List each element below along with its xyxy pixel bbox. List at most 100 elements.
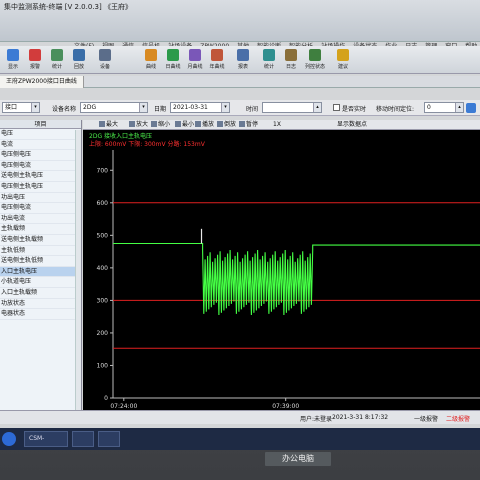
item-list-panel: 项目 电压 电流 电压侧电压 电压侧电流 送电侧主轨电压 电压侧主轨电压 功出电压 电压侧电流… [0, 120, 82, 410]
monitor-sticker-label: 办公电脑 [265, 452, 331, 466]
chart-tool-button-0[interactable]: 最大 [99, 121, 118, 129]
toolbar-button-label: 年曲线 [209, 64, 225, 70]
item-list-scrollbar[interactable] [75, 130, 81, 410]
device-select[interactable]: 2DG ▾ [80, 102, 148, 113]
type-select-value: 接口 [5, 104, 18, 111]
interval-spinner[interactable]: 0 ▴ [424, 102, 464, 113]
toolbar-button-8[interactable]: 年曲线 [206, 48, 228, 72]
item-list-row[interactable]: 功出电压 [0, 193, 81, 204]
toolbar-button-label: 建议 [337, 64, 348, 70]
toolbar-button-label: 日曲线 [165, 64, 181, 70]
tab-day-curve[interactable]: 王府ZPW2000接口日曲线 [0, 76, 84, 88]
toolbar-button-11[interactable]: 日志 [280, 48, 302, 72]
item-list-row[interactable]: 电压侧主轨电压 [0, 182, 81, 193]
toolbar-button-7[interactable]: 月曲线 [184, 48, 206, 72]
item-list-row[interactable]: 电压侧电压 [0, 150, 81, 161]
calendar-dropdown-icon: ▾ [221, 103, 229, 112]
confirm-button[interactable] [466, 103, 476, 113]
toolbar-button-5[interactable]: 曲线 [140, 48, 162, 72]
toolbar-button-6[interactable]: 日曲线 [162, 48, 184, 72]
item-list-row[interactable]: 电流 [0, 140, 81, 151]
toolbar-button-label: 显示 [7, 64, 18, 70]
date-picker[interactable]: 2021-03-31 ▾ [170, 102, 230, 113]
y-tick-label: 500 [97, 232, 109, 239]
chevron-down-icon: ▾ [139, 103, 147, 112]
interval-label: 移动时间定位: [376, 106, 415, 113]
item-list-row[interactable]: 送电侧主轨载频 [0, 235, 81, 246]
toolbar-button-label: 月曲线 [187, 64, 203, 70]
screen: 集中监测系统-终端 [V 2.0.0.3] 《王府》 文件(F)视图通信信号机站… [0, 0, 480, 450]
date-label: 日期 [154, 106, 167, 113]
chart-tool-button-5[interactable]: 倒放 [217, 121, 236, 129]
chart-tool-button-4[interactable]: 播放 [195, 121, 214, 129]
toolbar-button-2[interactable]: 统计 [46, 48, 68, 72]
toolbar-button-label: 回放 [73, 64, 84, 70]
toolbar-button-1[interactable]: 报警 [24, 48, 46, 72]
item-list-row[interactable]: 送电侧主轨低频 [0, 256, 81, 267]
x-tick-label: 07:24:00 [110, 403, 137, 410]
chart-tool-icon [129, 121, 135, 127]
zoom-level[interactable]: 1X [273, 121, 281, 129]
toolbar-button-12[interactable]: 列控状态 [304, 48, 326, 72]
realtime-checkbox[interactable] [333, 104, 340, 111]
item-list-row[interactable]: 小轨道电压 [0, 277, 81, 288]
device-select-value: 2DG [83, 104, 97, 111]
taskbar-app-2[interactable] [72, 431, 94, 447]
item-list-row[interactable]: 电压侧电流 [0, 203, 81, 214]
toolbar-button-10[interactable]: 统计 [258, 48, 280, 72]
item-list-row[interactable]: 电器状态 [0, 309, 81, 320]
chart-tool-button-2[interactable]: 缩小 [151, 121, 170, 129]
item-list-row[interactable]: 主轨载频 [0, 224, 81, 235]
taskbar-app-3[interactable] [98, 431, 120, 447]
taskbar-app-csm[interactable]: CSM- [24, 431, 68, 447]
item-list-row[interactable]: 电压侧电流 [0, 161, 81, 172]
item-list-row[interactable]: 入口主轨载频 [0, 288, 81, 299]
item-list-row[interactable]: 入口主轨电压 [0, 266, 81, 278]
chart-tool-button-6[interactable]: 暂停 [239, 121, 258, 129]
toolbar-button-4[interactable]: 设备 [94, 48, 116, 72]
time-picker[interactable]: ▴ [262, 102, 322, 113]
document-tab-bar: 王府ZPW2000接口日曲线 [0, 76, 480, 88]
chart-title: 2DG 接收入口主轨电压 [89, 132, 152, 140]
chart-tool-label: 暂停 [246, 121, 259, 128]
chart-limits-text: 上限: 600mV 下限: 300mV 分路: 153mV [89, 140, 206, 148]
type-select[interactable]: 接口 ▾ [2, 102, 40, 113]
chart-tool-icon [175, 121, 181, 127]
item-list-row[interactable]: 电压 [0, 129, 81, 140]
suggest-icon [337, 49, 349, 61]
toolbar-button-13[interactable]: 建议 [332, 48, 354, 72]
y-tick-label: 400 [97, 265, 109, 272]
chevron-down-icon: ▾ [31, 103, 39, 112]
status-alarm-level1[interactable]: 一级报警 [414, 414, 438, 423]
log-icon [285, 49, 297, 61]
realtime-label: 是否实时 [342, 106, 367, 113]
x-tick-label: 07:39:00 [272, 403, 299, 410]
status-bar: 用户:未登录 2021-3-31 8:17:32 一级报警 二级报警 [0, 410, 480, 424]
item-list-header: 项目 [0, 120, 81, 129]
chart-tool-label: 倒放 [224, 121, 237, 128]
chart-tool-button-1[interactable]: 放大 [129, 121, 148, 129]
spinner-icon: ▴ [455, 103, 463, 112]
start-button[interactable] [2, 432, 16, 446]
date-value: 2021-03-31 [173, 104, 208, 111]
chart-toolbar: 最大 放大 缩小 最小 播放 倒放 暂停 1X 显示数据点 [83, 120, 480, 130]
toolbar-button-3[interactable]: 回放 [68, 48, 90, 72]
main-toolbar: 显示 报警 统计 回放 设备 曲线 日曲线 月曲线 年曲线 报表 统计 日志 列控状态 建议 [0, 46, 480, 74]
show-datapoints-toggle[interactable]: 显示数据点 [337, 121, 367, 129]
toolbar-button-0[interactable]: 显示 [2, 48, 24, 72]
toolbar-button-label: 报表 [237, 64, 248, 70]
y-tick-label: 600 [97, 200, 109, 207]
status-alarm-level2[interactable]: 二级报警 [446, 414, 470, 423]
train-control-icon [309, 49, 321, 61]
item-list-row[interactable]: 送电侧主轨电压 [0, 171, 81, 182]
y-tick-label: 0 [104, 395, 108, 402]
chart-tool-button-3[interactable]: 最小 [175, 121, 194, 129]
chart-area: 最大 放大 缩小 最小 播放 倒放 暂停 1X 显示数据点 2DG 接收入口主轨电压 上限: 60… [83, 120, 480, 410]
item-list-row[interactable]: 功放状态 [0, 299, 81, 310]
toolbar-button-9[interactable]: 报表 [232, 48, 254, 72]
status-datetime: 2021-3-31 8:17:32 [332, 414, 389, 421]
toolbar-button-label: 列控状态 [304, 64, 325, 70]
item-list-row[interactable]: 功出电流 [0, 214, 81, 225]
chart-tool-icon [217, 121, 223, 127]
item-list-row[interactable]: 主轨低频 [0, 246, 81, 257]
